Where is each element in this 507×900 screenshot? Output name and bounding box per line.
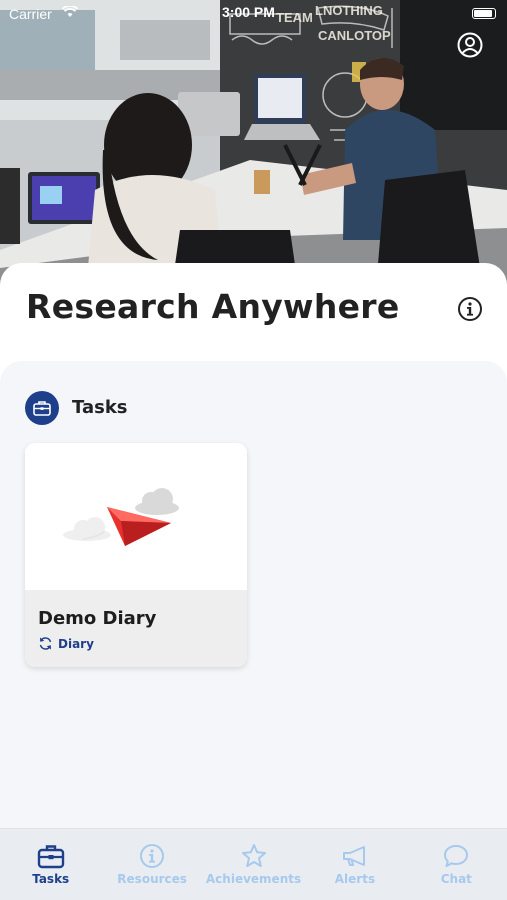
info-button[interactable] (457, 296, 483, 322)
task-illustration (25, 443, 247, 590)
tab-chat[interactable]: Chat (406, 829, 507, 900)
task-name: Demo Diary (38, 608, 157, 629)
carrier-label: Carrier (9, 6, 52, 22)
main-content: Research Anywhere Tasks Demo Diary Diary (0, 263, 507, 828)
status-bar: Carrier 3:00 PM (0, 0, 507, 28)
tab-label-alerts: Alerts (334, 872, 376, 886)
office-photo: TEAM LNOTHING CANLOTOP (0, 0, 507, 300)
task-type: Diary (38, 636, 94, 651)
briefcase-icon (33, 401, 51, 416)
task-card[interactable]: Demo Diary Diary (25, 443, 247, 667)
tab-alerts[interactable]: Alerts (304, 829, 405, 900)
svg-text:CANLOTOP: CANLOTOP (318, 28, 391, 43)
tab-achievements[interactable]: Achievements (203, 829, 304, 900)
tab-tasks[interactable]: Tasks (0, 829, 101, 900)
tab-label-achievements: Achievements (205, 872, 302, 886)
section-title: Tasks (72, 397, 128, 418)
briefcase-icon (37, 845, 64, 869)
refresh-icon (39, 637, 52, 650)
info-circle-icon (458, 297, 482, 321)
status-time: 3:00 PM (222, 4, 275, 20)
battery-icon (472, 8, 496, 19)
tasks-section: Tasks Demo Diary Diary (0, 361, 507, 828)
tab-label-tasks: Tasks (32, 872, 70, 886)
page-title: Research Anywhere (26, 287, 400, 326)
megaphone-icon (342, 846, 365, 866)
section-icon-badge (25, 391, 59, 425)
task-type-label: Diary (58, 636, 94, 651)
star-icon (241, 844, 266, 867)
paper-plane-icon (63, 488, 179, 546)
task-info: Demo Diary Diary (25, 590, 247, 667)
hero-photo: TEAM LNOTHING CANLOTOP Carrier 3:00 PM (0, 0, 507, 300)
profile-button[interactable] (456, 31, 484, 59)
tab-label-resources: Resources (117, 872, 187, 886)
user-circle-icon (457, 32, 483, 58)
info-circle-icon (140, 844, 165, 868)
wifi-icon (62, 6, 78, 17)
tab-label-chat: Chat (440, 872, 472, 886)
tab-resources[interactable]: Resources (101, 829, 202, 900)
bottom-tab-bar: Tasks Resources Achievements Alerts Chat (0, 828, 507, 900)
chat-bubble-icon (444, 845, 469, 867)
